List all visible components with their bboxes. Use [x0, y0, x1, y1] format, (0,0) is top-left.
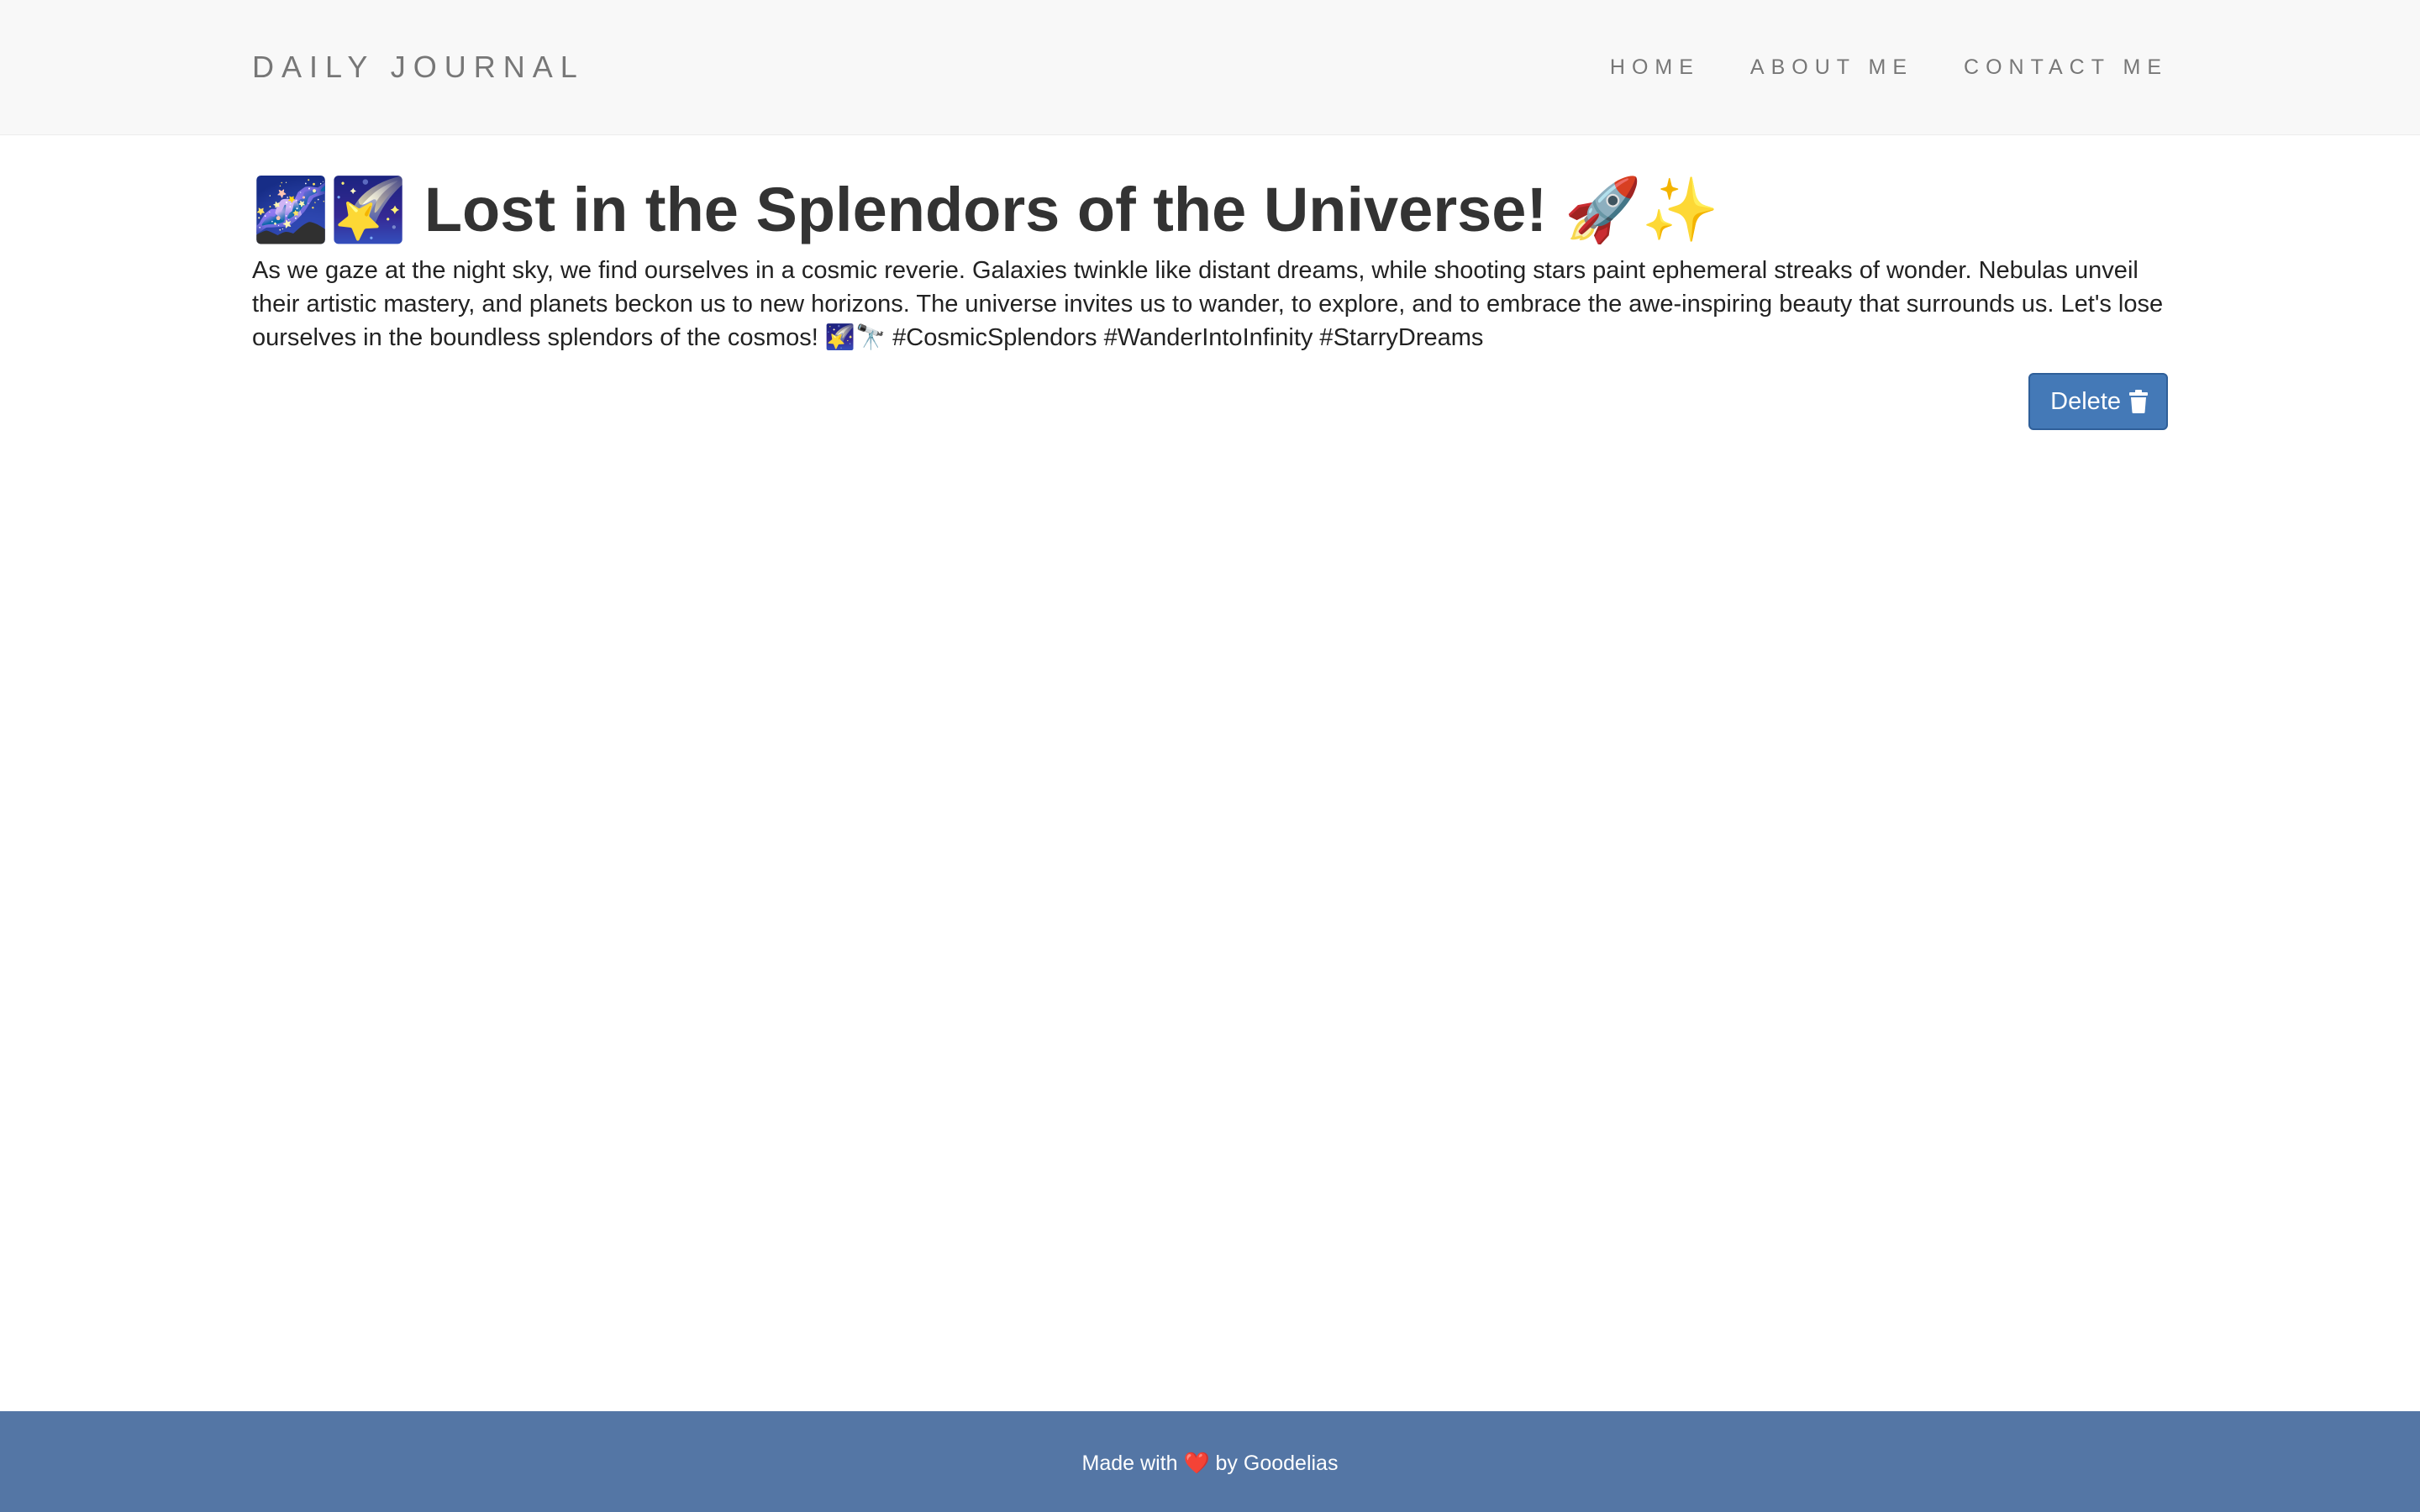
post-content: 🌌🌠 Lost in the Splendors of the Universe…	[252, 134, 2168, 430]
post-body: As we gaze at the night sky, we find our…	[252, 257, 2164, 351]
footer-text: Made with ❤️ by Goodelias	[0, 1448, 2420, 1478]
navbar: DAILY JOURNAL HOME ABOUT ME CONTACT ME	[0, 0, 2420, 135]
nav-link-home[interactable]: HOME	[1610, 52, 1700, 82]
post-actions: Delete	[252, 373, 2168, 430]
delete-button-label: Delete	[2050, 387, 2121, 415]
trash-icon	[2129, 390, 2148, 413]
heart-icon: ❤️	[1183, 1452, 1210, 1475]
post-title: 🌌🌠 Lost in the Splendors of the Universe…	[252, 175, 1719, 244]
footer: Made with ❤️ by Goodelias	[0, 1411, 2420, 1512]
delete-button[interactable]: Delete	[2028, 373, 2168, 430]
brand-logo[interactable]: DAILY JOURNAL	[252, 47, 585, 87]
nav-link-about-me[interactable]: ABOUT ME	[1750, 52, 1913, 82]
footer-suffix: by Goodelias	[1215, 1452, 1339, 1475]
nav-link-contact-me[interactable]: CONTACT ME	[1964, 52, 2168, 82]
nav-links: HOME ABOUT ME CONTACT ME	[1610, 52, 2168, 82]
footer-prefix: Made with	[1081, 1452, 1178, 1475]
